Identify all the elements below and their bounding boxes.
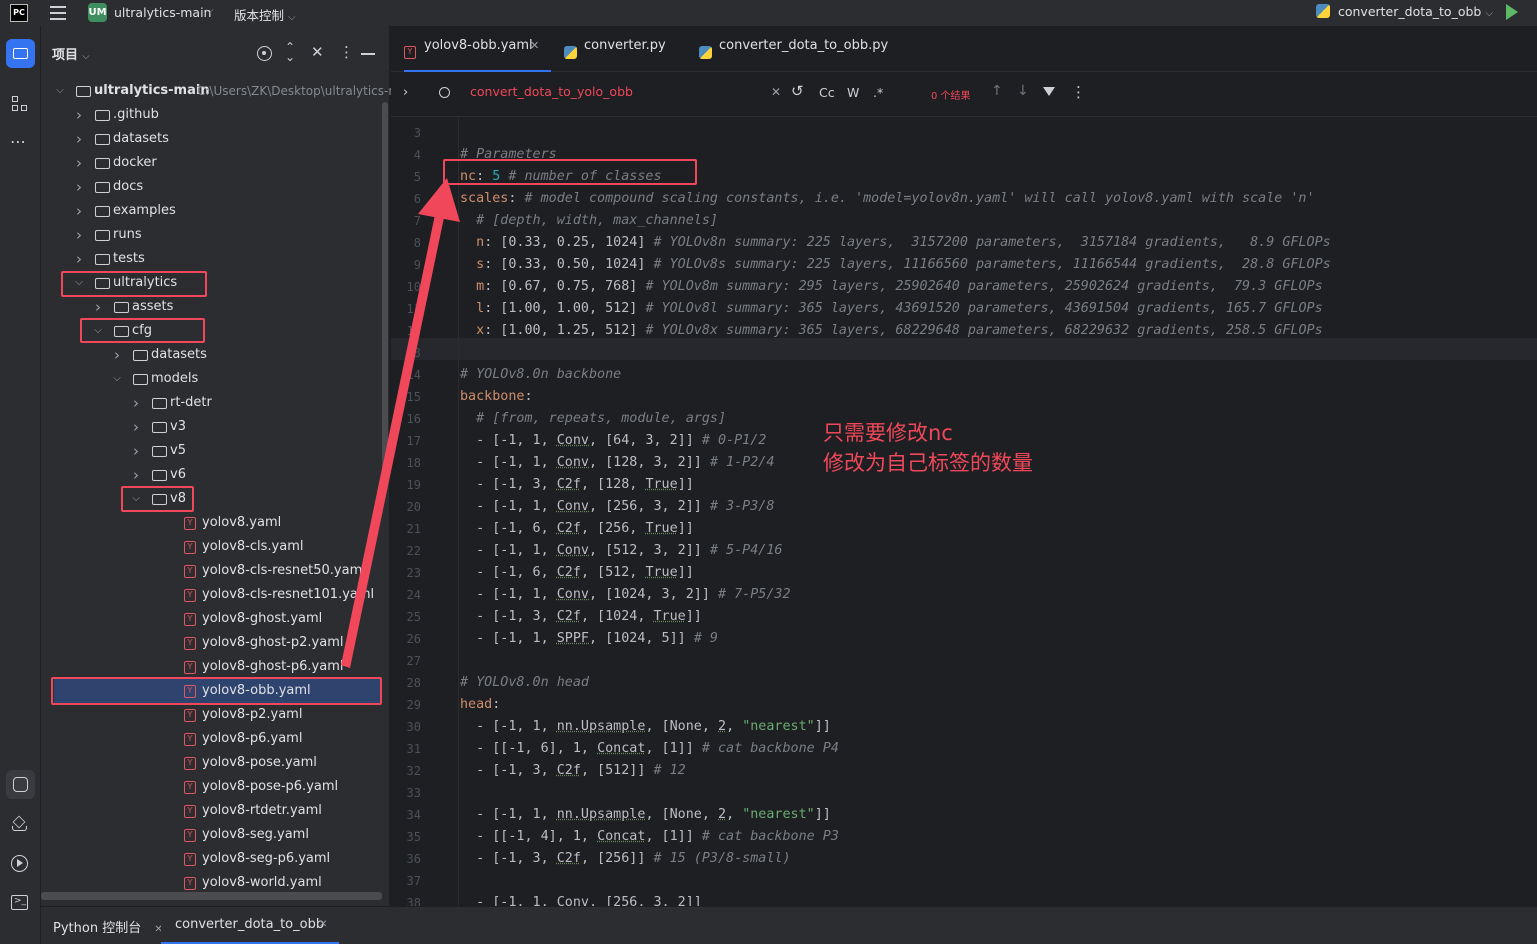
tab-run-converter[interactable]: converter_dota_to_obb ✕ — [161, 907, 339, 944]
annotation-line-2: 修改为自己标签的数量 — [823, 451, 1033, 475]
annotation-text: 只需要修改nc 修改为自己标签的数量 — [823, 418, 1033, 478]
annotation-arrow — [341, 178, 460, 668]
close-icon[interactable]: ✕ — [319, 919, 327, 930]
tab-label: Python 控制台 — [53, 921, 142, 936]
tab-python-console[interactable]: Python 控制台 ✕ — [53, 917, 163, 936]
bottom-tool-tabs: Python 控制台 ✕ converter_dota_to_obb ✕ — [41, 906, 1537, 944]
arrow-head — [418, 178, 460, 222]
annotation-line-1: 只需要修改nc — [823, 421, 953, 445]
tab-label: converter_dota_to_obb — [175, 917, 325, 932]
arrow-shaft — [341, 205, 446, 668]
